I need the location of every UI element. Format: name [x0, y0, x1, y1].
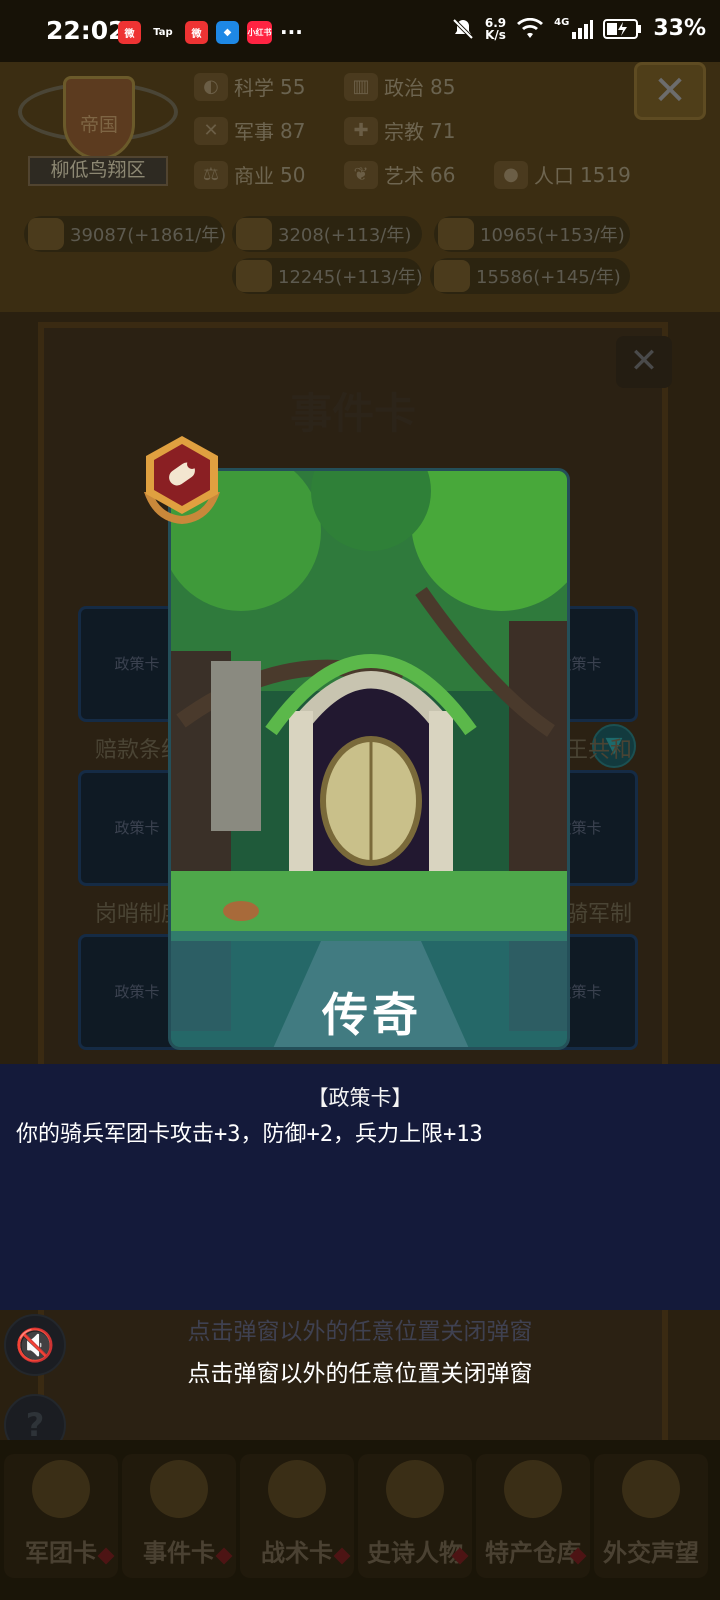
weibo-icon: 微	[118, 20, 141, 44]
resource-stone: 12245(+113/年)	[232, 258, 423, 294]
helmet-icon	[32, 1460, 90, 1518]
net-speed: 6.9 K/s	[484, 15, 507, 42]
card-type: 【政策卡】	[307, 1086, 413, 1110]
tap-icon: Tap	[149, 20, 177, 44]
close-hint-background: 点击弹窗以外的任意位置关闭弹窗	[187, 1319, 533, 1345]
stat-military: ✕ 军事 87	[194, 116, 305, 145]
crossed-swords-icon	[268, 1460, 326, 1518]
stat-art: ❦ 艺术 66	[344, 160, 455, 189]
close-hint[interactable]: 点击弹窗以外的任意位置关闭弹窗	[0, 1354, 720, 1388]
resource-meat: 15586(+145/年)	[430, 258, 630, 294]
nav-legion-cards[interactable]: 军团卡	[4, 1454, 118, 1578]
card-name: 传奇	[322, 988, 422, 1042]
person-icon: ●	[494, 160, 528, 189]
crown-icon	[386, 1460, 444, 1518]
chest-icon	[504, 1460, 562, 1518]
wood-icon	[236, 218, 272, 250]
card-description-box: 【政策卡】 你的骑兵军团卡攻击+3，防御+2，兵力上限+13	[0, 1064, 720, 1310]
stat-commerce: ⚖ 商业 50	[194, 160, 305, 189]
shield-icon: ◆	[216, 20, 239, 44]
status-time: 22:02	[46, 16, 126, 45]
empire-emblem[interactable]: 帝国 柳低鸟翔区	[18, 70, 178, 190]
envelope-icon	[622, 1460, 680, 1518]
battery-charging-icon	[603, 18, 642, 39]
status-indicators: 6.9 K/s 4G 33%	[451, 16, 706, 41]
scales-icon: ⚖	[194, 160, 228, 189]
wifi-icon	[517, 17, 544, 38]
network-type: 4G	[554, 17, 570, 28]
bottom-nav: 军团卡 事件卡 战术卡 史诗人物 特产仓库 外交声望	[0, 1440, 720, 1600]
stat-population: ● 人口 1519	[494, 160, 631, 189]
nav-diplomacy[interactable]: 外交声望	[594, 1454, 708, 1578]
laurel-icon: ❦	[344, 160, 378, 189]
empire-title: 帝国	[79, 114, 118, 136]
nav-epic-heroes[interactable]: 史诗人物	[358, 1454, 472, 1578]
government-icon: ▥	[344, 72, 378, 101]
status-bar: 22:02 微 Tap 微 ◆ 小红书 ··· 6.9 K/s 4G 33%	[0, 0, 720, 62]
resource-wood: 3208(+113/年)	[232, 216, 422, 252]
stat-science: ◐ 科学 55	[194, 72, 305, 101]
meat-icon	[434, 260, 470, 292]
close-header-button[interactable]: ✕	[634, 62, 706, 120]
cross-icon: ✚	[344, 116, 378, 145]
scroll-icon	[150, 1460, 208, 1518]
battery-percent: 33%	[653, 16, 706, 41]
card-detail: 传奇	[168, 468, 570, 1050]
weibo-icon: 微	[185, 20, 208, 44]
question-icon: ?	[25, 1406, 45, 1444]
close-panel-button[interactable]: ✕	[616, 336, 672, 388]
nav-specialty-warehouse[interactable]: 特产仓库	[476, 1454, 590, 1578]
region-name: 柳低鸟翔区	[28, 156, 168, 186]
stat-politics: ▥ 政治 85	[344, 72, 455, 101]
nav-tactic-cards[interactable]: 战术卡	[240, 1454, 354, 1578]
empire-header: 帝国 柳低鸟翔区 ◐ 科学 55 ▥ 政治 85 ✕ 军事 87 ✚ 宗教 71 ⚖ 商业 50 ❦…	[0, 62, 720, 312]
crossed-swords-icon: ✕	[194, 116, 228, 145]
resource-iron: 10965(+153/年)	[434, 216, 630, 252]
stone-icon	[236, 260, 272, 292]
resource-gold: 39087(+1861/年)	[24, 216, 226, 252]
nav-event-cards[interactable]: 事件卡	[122, 1454, 236, 1578]
stat-religion: ✚ 宗教 71	[344, 116, 455, 145]
gold-icon	[28, 218, 64, 250]
more-notifications-icon: ···	[280, 20, 303, 44]
planet-icon: ◐	[194, 72, 228, 101]
signal-icon	[572, 19, 594, 39]
xiaohongshu-icon: 小红书	[247, 20, 272, 44]
iron-icon	[438, 218, 474, 250]
status-app-icons: 微 Tap 微 ◆ 小红书 ···	[118, 20, 303, 44]
card-effect-text: 你的骑兵军团卡攻击+3，防御+2，兵力上限+13	[16, 1122, 483, 1147]
rarity-badge-icon	[144, 436, 220, 524]
bell-muted-icon	[452, 18, 474, 39]
